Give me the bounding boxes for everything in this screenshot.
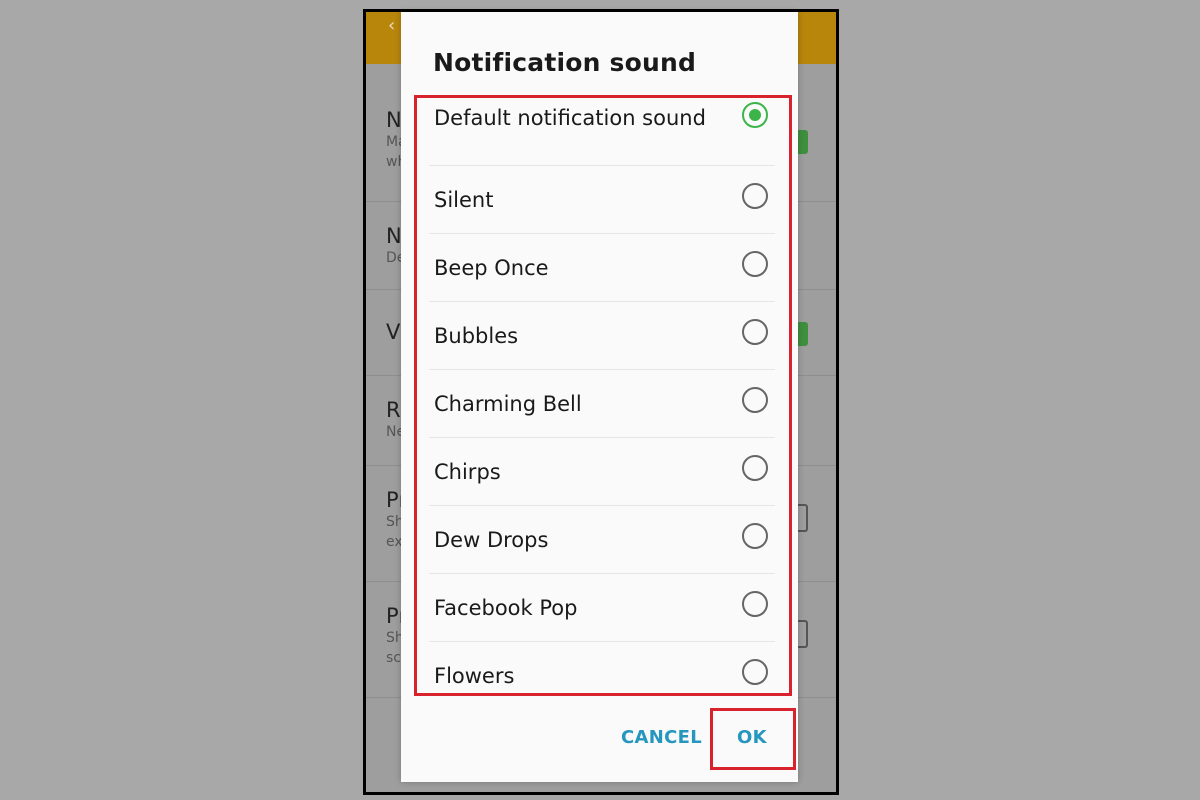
option-label: Chirps — [434, 460, 501, 484]
sound-option-bubbles[interactable]: Bubbles — [429, 302, 775, 370]
option-label: Flowers — [434, 664, 515, 688]
sound-option-default[interactable]: Default notification sound — [429, 98, 775, 166]
option-label: Bubbles — [434, 324, 519, 348]
dialog-title: Notification sound — [433, 48, 697, 77]
sound-option-flowers[interactable]: Flowers — [429, 642, 775, 710]
radio-button[interactable] — [742, 659, 768, 685]
radio-button-selected[interactable] — [742, 102, 768, 128]
option-label: Silent — [434, 188, 494, 212]
option-label: Dew Drops — [434, 528, 549, 552]
option-label: Default notification sound — [434, 106, 706, 130]
radio-button[interactable] — [742, 591, 768, 617]
option-label: Beep Once — [434, 256, 549, 280]
cancel-button[interactable]: CANCEL — [615, 726, 708, 749]
radio-button[interactable] — [742, 387, 768, 413]
radio-button[interactable] — [742, 319, 768, 345]
sound-options-list: Default notification sound Silent Beep O… — [429, 98, 775, 710]
option-label: Facebook Pop — [434, 596, 578, 620]
sound-option-facebook-pop[interactable]: Facebook Pop — [429, 574, 775, 642]
ok-button[interactable]: OK — [731, 726, 773, 749]
radio-button[interactable] — [742, 523, 768, 549]
radio-button[interactable] — [742, 251, 768, 277]
sound-option-dew-drops[interactable]: Dew Drops — [429, 506, 775, 574]
option-label: Charming Bell — [434, 392, 582, 416]
sound-option-chirps[interactable]: Chirps — [429, 438, 775, 506]
sound-option-charming-bell[interactable]: Charming Bell — [429, 370, 775, 438]
notification-sound-dialog: Notification sound Default notification … — [401, 12, 798, 782]
radio-button[interactable] — [742, 183, 768, 209]
radio-button[interactable] — [742, 455, 768, 481]
dialog-actions: CANCEL OK — [401, 708, 798, 770]
sound-option-beep-once[interactable]: Beep Once — [429, 234, 775, 302]
options-highlight-box: Default notification sound Silent Beep O… — [414, 95, 792, 696]
sound-option-silent[interactable]: Silent — [429, 166, 775, 234]
